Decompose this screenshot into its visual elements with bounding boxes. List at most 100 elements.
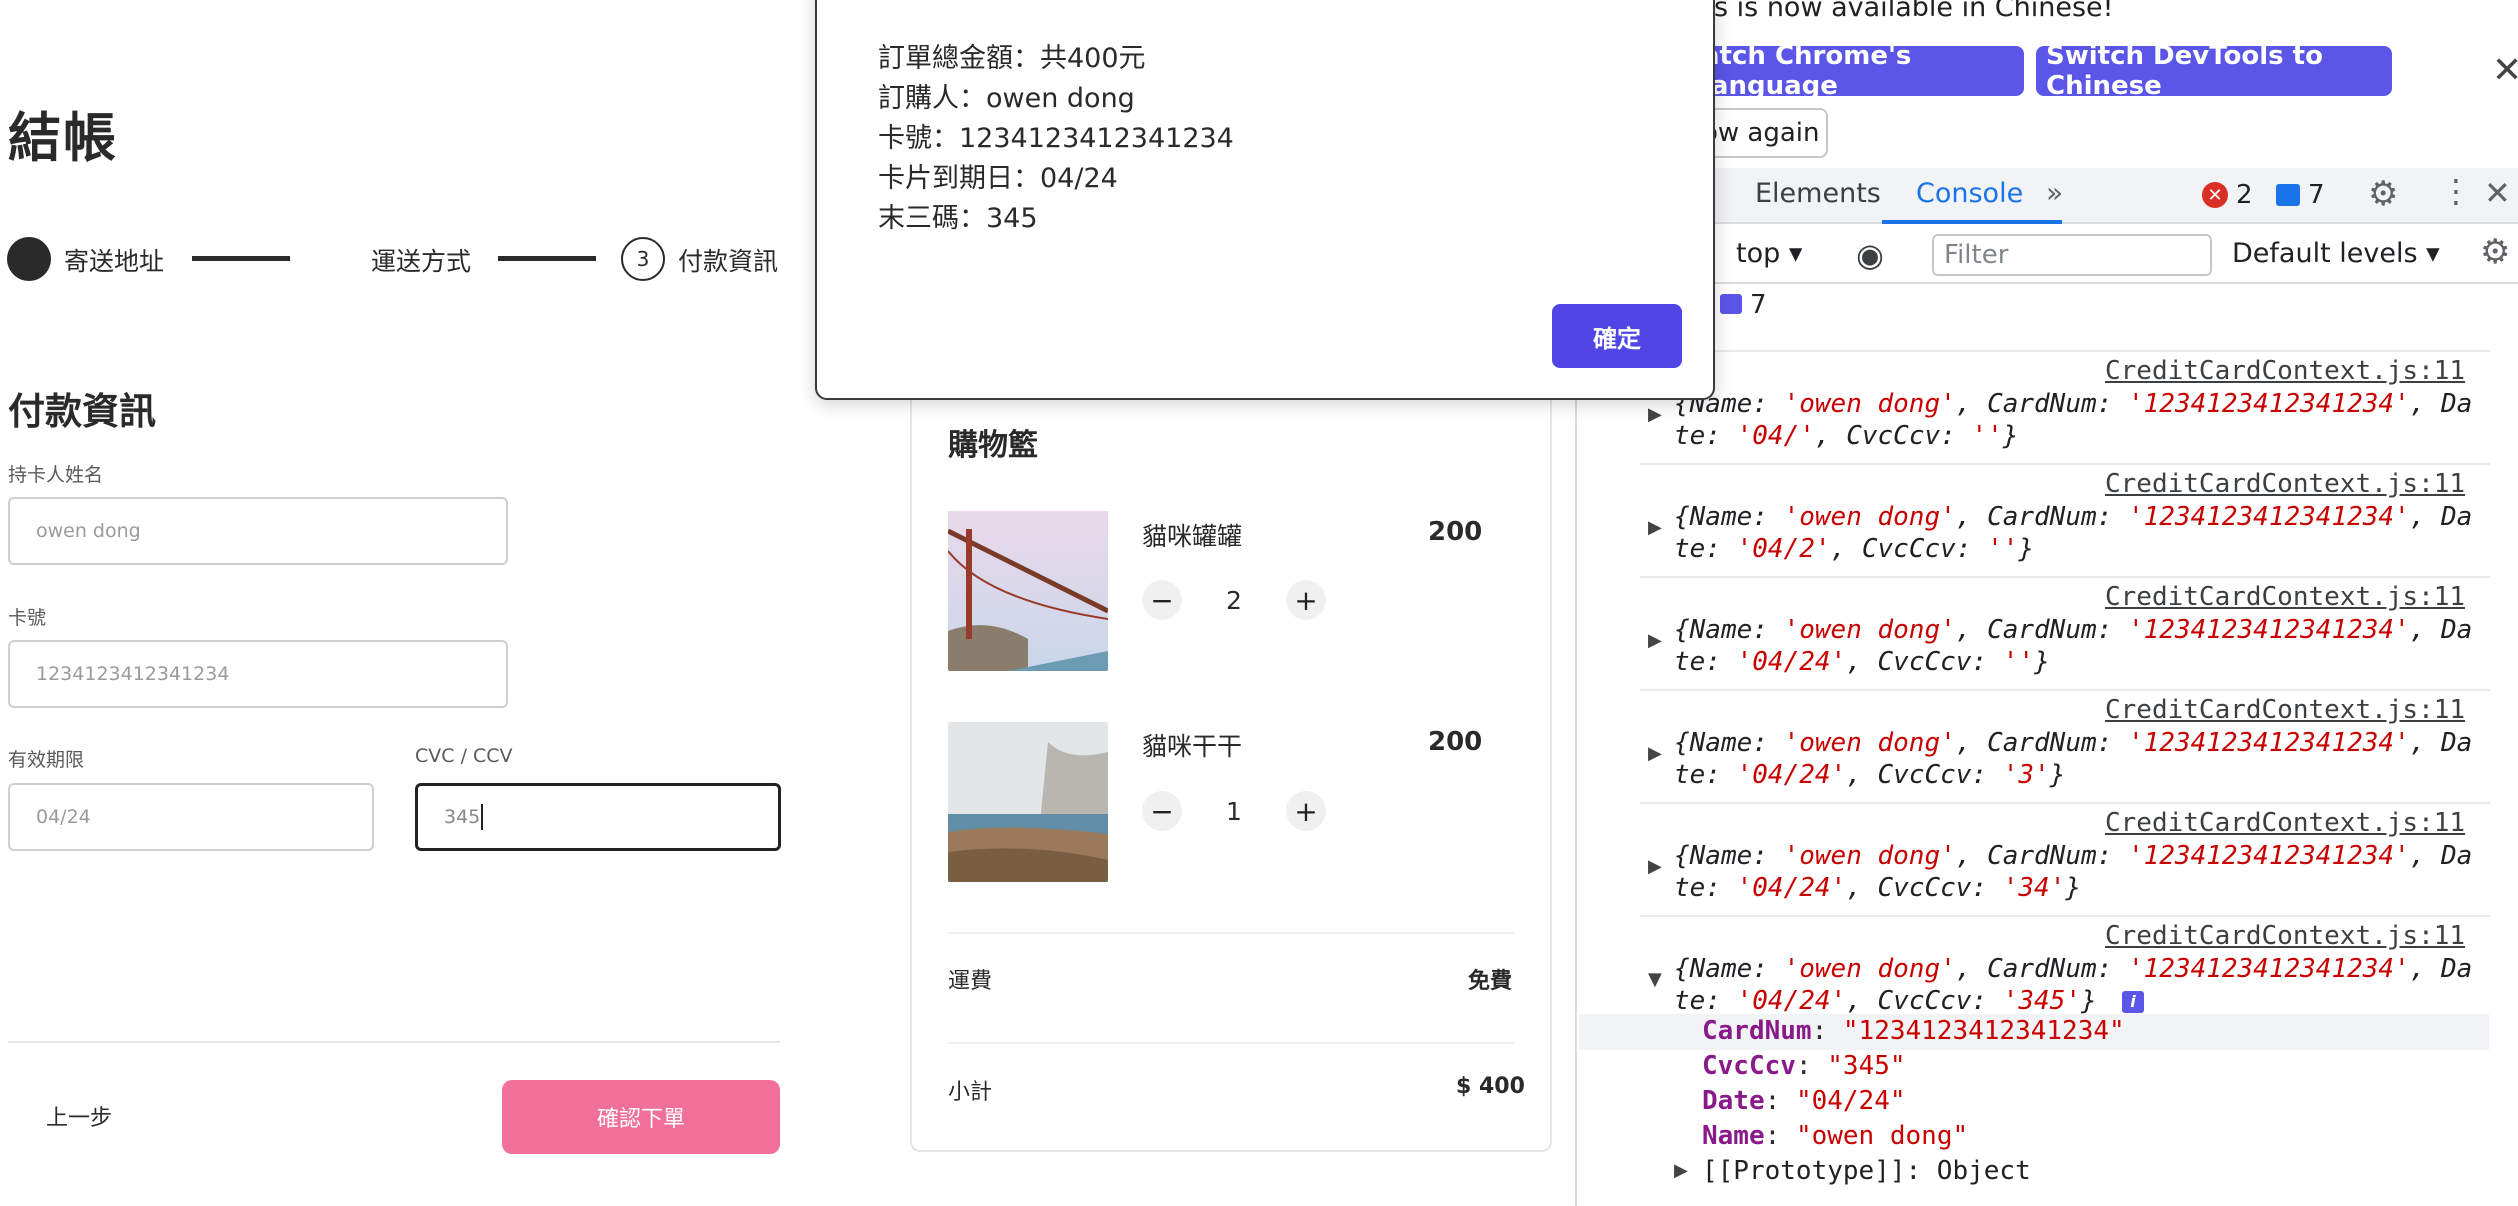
card-number-input[interactable]: 1234123412341234 xyxy=(8,640,508,708)
dialog-line-expiry: 卡片到期日：04/24 xyxy=(878,163,1118,194)
property-colon: : xyxy=(1811,1016,1843,1046)
expiry-value: 04/24 xyxy=(36,806,91,828)
shipping-label: 運費 xyxy=(948,969,993,994)
message-count: 7 xyxy=(2308,180,2325,210)
page-title: 結帳 xyxy=(8,108,118,169)
log-object-line[interactable]: {Name: 'owen dong', CardNum: '1234123412… xyxy=(1674,953,2490,985)
shipping-value: 免費 xyxy=(1468,969,1513,994)
log-separator xyxy=(1640,689,2490,691)
step-1-label: 寄送地址 xyxy=(64,247,165,276)
cart-divider xyxy=(948,1042,1514,1044)
dialog-line-buyer: 訂購人：owen dong xyxy=(878,83,1135,114)
product-image-cat-can xyxy=(948,511,1108,671)
log-object-line: te: '04/24', CvcCcv: '34'} xyxy=(1674,873,2082,903)
expand-arrow-icon[interactable]: ▶ xyxy=(1648,404,1662,425)
dialog-line-cvc: 末三碼：345 xyxy=(878,203,1038,234)
error-icon[interactable]: ✕ xyxy=(2202,182,2228,208)
log-separator xyxy=(1640,576,2490,578)
product-qty: 1 xyxy=(1226,797,1242,826)
log-levels-value: Default levels xyxy=(2232,238,2418,269)
context-selector[interactable]: top ▾ xyxy=(1736,238,1802,269)
context-value: top xyxy=(1736,238,1781,269)
log-source-link[interactable]: CreditCardContext.js:11 xyxy=(2105,356,2465,386)
product-name: 貓咪罐罐 xyxy=(1142,522,1243,551)
close-banner-icon[interactable]: ✕ xyxy=(2492,50,2518,91)
decrease-qty-button[interactable]: − xyxy=(1142,791,1182,831)
collapse-arrow-icon[interactable]: ▼ xyxy=(1648,969,1662,990)
cvc-input[interactable]: 345 xyxy=(415,783,781,851)
property-colon: : xyxy=(1764,1121,1796,1151)
more-tabs-icon[interactable]: » xyxy=(2046,176,2063,209)
expand-arrow-icon[interactable]: ▶ xyxy=(1648,630,1662,651)
cvc-value: 345 xyxy=(444,806,481,828)
expand-arrow-icon[interactable]: ▶ xyxy=(1674,1160,1688,1181)
error-count: 2 xyxy=(2236,180,2253,210)
dialog-ok-button[interactable]: 確定 xyxy=(1552,304,1682,368)
log-object-line: te: '04/24', CvcCcv: '345'} xyxy=(1674,986,2097,1016)
dialog-line-total: 訂單總金額：共400元 xyxy=(878,43,1146,74)
log-object-line: te: '04/', CvcCcv: ''} xyxy=(1674,421,2019,451)
close-devtools-icon[interactable]: ✕ xyxy=(2484,174,2511,212)
settings-gear-icon[interactable]: ⚙ xyxy=(2368,174,2398,214)
object-property: Name: "owen dong" xyxy=(1702,1121,1968,1151)
footer-divider xyxy=(8,1041,780,1043)
object-property: CardNum: "1234123412341234" xyxy=(1702,1016,2125,1046)
log-object-line[interactable]: {Name: 'owen dong', CardNum: '1234123412… xyxy=(1674,501,2490,533)
log-source-link[interactable]: CreditCardContext.js:11 xyxy=(2105,582,2465,612)
expand-arrow-icon[interactable]: ▶ xyxy=(1648,743,1662,764)
expand-arrow-icon[interactable]: ▶ xyxy=(1648,517,1662,538)
log-object-line[interactable]: {Name: 'owen dong', CardNum: '1234123412… xyxy=(1674,614,2490,646)
prototype-row[interactable]: [[Prototype]]: Object xyxy=(1702,1156,2031,1186)
step-connector xyxy=(192,256,290,261)
log-separator xyxy=(1640,915,2490,917)
property-key: Date xyxy=(1702,1086,1765,1116)
log-levels-selector[interactable]: Default levels ▾ xyxy=(2232,238,2440,269)
log-object-line[interactable]: {Name: 'owen dong', CardNum: '1234123412… xyxy=(1674,727,2490,759)
increase-qty-button[interactable]: + xyxy=(1286,580,1326,620)
step-2-label: 運送方式 xyxy=(371,247,472,276)
subtotal-value: $ 400 xyxy=(1456,1074,1525,1099)
cvc-label: CVC / CCV xyxy=(415,745,513,767)
text-caret xyxy=(481,804,484,830)
log-object-line[interactable]: {Name: 'owen dong', CardNum: '1234123412… xyxy=(1674,840,2490,872)
property-key: CardNum xyxy=(1702,1016,1812,1046)
match-chrome-language-button[interactable]: atch Chrome's language xyxy=(1692,41,2024,101)
increase-qty-button[interactable]: + xyxy=(1286,791,1326,831)
cardholder-name-input[interactable]: owen dong xyxy=(8,497,508,565)
property-value: "owen dong" xyxy=(1795,1121,1969,1151)
card-number-label: 卡號 xyxy=(8,607,47,629)
property-value: "345" xyxy=(1827,1051,1906,1081)
dialog-line-card: 卡號：1234123412341234 xyxy=(878,123,1234,154)
subtotal-label: 小計 xyxy=(948,1080,993,1105)
step-connector xyxy=(498,256,596,261)
confirm-order-button[interactable]: 確認下單 xyxy=(502,1080,780,1154)
object-property: Date: "04/24" xyxy=(1702,1086,1906,1116)
previous-step-button[interactable]: 上一步 xyxy=(46,1100,112,1132)
sidebar-message-count: 7 xyxy=(1750,290,1767,320)
log-source-link[interactable]: CreditCardContext.js:11 xyxy=(2105,695,2465,725)
property-value: "1234123412341234" xyxy=(1842,1016,2125,1046)
info-badge-icon[interactable]: i xyxy=(2122,991,2144,1013)
log-source-link[interactable]: CreditCardContext.js:11 xyxy=(2105,921,2465,951)
cart-title: 購物籃 xyxy=(948,428,1038,463)
card-number-value: 1234123412341234 xyxy=(36,663,230,685)
messages-sidebar-icon[interactable] xyxy=(1720,294,1742,314)
property-colon: : xyxy=(1764,1086,1796,1116)
log-source-link[interactable]: CreditCardContext.js:11 xyxy=(2105,808,2465,838)
log-object-line[interactable]: {Name: 'owen dong', CardNum: '1234123412… xyxy=(1674,388,2490,420)
more-options-icon[interactable]: ⋮ xyxy=(2440,172,2472,210)
decrease-qty-button[interactable]: − xyxy=(1142,580,1182,620)
log-separator xyxy=(1640,350,2490,352)
log-source-link[interactable]: CreditCardContext.js:11 xyxy=(2105,469,2465,499)
expand-arrow-icon[interactable]: ▶ xyxy=(1648,856,1662,877)
tab-console[interactable]: Console xyxy=(1916,178,2023,209)
console-settings-icon[interactable]: ⚙ xyxy=(2480,232,2510,272)
console-filter-input[interactable]: Filter xyxy=(1932,234,2212,276)
switch-devtools-chinese-button[interactable]: Switch DevTools to Chinese xyxy=(2036,41,2392,101)
log-object-line: te: '04/24', CvcCcv: ''} xyxy=(1674,647,2050,677)
section-title: 付款資訊 xyxy=(8,390,156,433)
expiry-input[interactable]: 04/24 xyxy=(8,783,374,851)
tab-elements[interactable]: Elements xyxy=(1755,178,1881,209)
message-icon[interactable] xyxy=(2276,184,2300,206)
live-expression-eye-icon[interactable]: ◉ xyxy=(1856,236,1884,274)
